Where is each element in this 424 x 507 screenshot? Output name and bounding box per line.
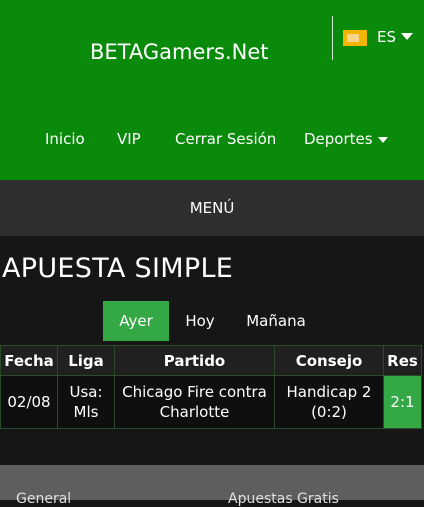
bets-table: Fecha Liga Partido Consejo Res 02/08 Usa… <box>0 345 422 429</box>
cell-consejo: Handicap 2 (0:2) <box>274 375 384 429</box>
cell-consejo-line1: Handicap 2 <box>286 383 372 401</box>
language-divider <box>332 16 333 60</box>
main-nav: Inicio VIP Cerrar Sesión Deportes <box>0 130 424 152</box>
column-header-fecha: Fecha <box>0 345 58 376</box>
nav-item-vip[interactable]: VIP <box>117 130 141 148</box>
column-header-partido: Partido <box>114 345 275 376</box>
cell-partido-line1: Chicago Fire contra <box>122 383 267 401</box>
nav-item-cerrar-sesion[interactable]: Cerrar Sesión <box>175 130 276 148</box>
caret-down-icon <box>377 136 388 143</box>
column-header-res: Res <box>383 345 422 376</box>
cell-liga: Usa: Mls <box>57 375 115 429</box>
cell-partido: Chicago Fire contra Charlotte <box>114 375 275 429</box>
spain-flag-icon[interactable] <box>343 30 367 46</box>
cell-consejo-line2: (0:2) <box>311 403 347 421</box>
page-title: APUESTA SIMPLE <box>2 253 234 284</box>
menu-toggle[interactable]: MENÚ <box>0 180 424 236</box>
table-row[interactable]: 02/08 Usa: Mls Chicago Fire contra Charlot… <box>0 375 422 429</box>
tab-ayer[interactable]: Ayer <box>103 301 169 341</box>
cell-liga-country: Usa: <box>69 383 103 401</box>
language-selector[interactable]: ES <box>377 28 396 46</box>
cell-liga-league: Mls <box>73 403 99 421</box>
nav-item-deportes-label: Deportes <box>304 130 373 148</box>
chevron-down-icon[interactable] <box>401 33 413 40</box>
nav-item-inicio[interactable]: Inicio <box>45 130 85 148</box>
cell-partido-line2: Charlotte <box>159 403 230 421</box>
nav-item-deportes[interactable]: Deportes <box>304 130 388 148</box>
day-tabs: Ayer Hoy Mañana <box>0 301 424 341</box>
table-header-row: Fecha Liga Partido Consejo Res <box>0 345 422 376</box>
column-header-liga: Liga <box>57 345 115 376</box>
tab-manana[interactable]: Mañana <box>236 301 316 341</box>
cell-fecha: 02/08 <box>0 375 58 429</box>
tab-hoy[interactable]: Hoy <box>176 301 224 341</box>
footer: General Apuestas Gratis <box>0 465 424 507</box>
cell-res: 2:1 <box>383 375 422 429</box>
column-header-consejo: Consejo <box>274 345 384 376</box>
flag-emblem <box>347 34 359 42</box>
footer-link-general[interactable]: General <box>16 491 71 507</box>
site-title[interactable]: BETAGamers.Net <box>90 40 269 64</box>
site-header: BETAGamers.Net ES Inicio VIP Cerrar Sesi… <box>0 0 424 180</box>
footer-link-apuestas-gratis[interactable]: Apuestas Gratis <box>228 491 339 507</box>
